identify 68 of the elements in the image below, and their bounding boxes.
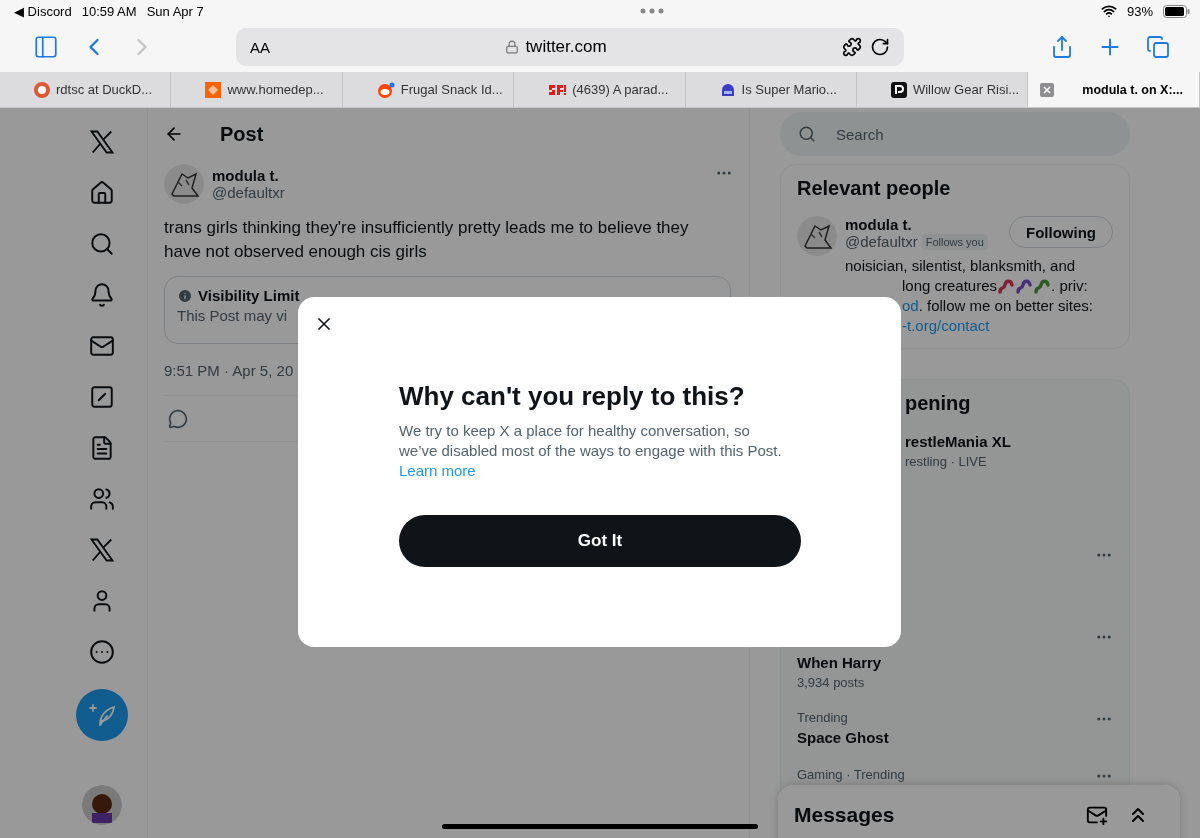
person-name[interactable]: modula t. bbox=[845, 216, 1001, 233]
got-it-button[interactable]: Got It bbox=[399, 515, 801, 567]
compose-button[interactable] bbox=[75, 689, 128, 741]
post-text: trans girls thinking they're insufficiently pretty leads me to believe they have not observed enough cis girls bbox=[163, 217, 690, 263]
trend-name[interactable]: When Harry bbox=[797, 654, 1095, 671]
bell-icon bbox=[88, 281, 115, 308]
more-icon bbox=[88, 638, 115, 665]
account-avatar[interactable] bbox=[81, 785, 122, 825]
avatar-icon bbox=[164, 164, 204, 204]
search-icon bbox=[798, 125, 816, 143]
duck-favicon-icon bbox=[34, 81, 50, 98]
dialog-text: We try to keep X a place for healthy conversation, so we’ve disabled most of the ways to engage with this Post. bbox=[399, 421, 783, 461]
helmet-favicon-icon bbox=[719, 81, 736, 98]
trend-meta: restling · LIVE bbox=[905, 454, 988, 469]
back-to-app-link[interactable]: ◀ Discord bbox=[14, 3, 72, 19]
notice-title: Visibility Limit bbox=[198, 287, 300, 304]
worm-icon bbox=[1015, 277, 1034, 295]
author-name[interactable]: modula t. bbox=[212, 167, 707, 184]
trend-category: Gaming · Trending bbox=[797, 767, 906, 782]
bio-text: long creatures bbox=[902, 276, 998, 296]
share-icon[interactable] bbox=[1050, 35, 1074, 59]
person-handle[interactable]: @defaultxr bbox=[845, 233, 918, 250]
trend-category: Trending bbox=[797, 710, 849, 725]
trend-meta: 3,934 posts bbox=[797, 675, 866, 690]
bio-text: . priv: bbox=[1051, 276, 1088, 296]
dark-favicon-icon bbox=[890, 81, 907, 98]
page-title: Post bbox=[220, 122, 264, 146]
trend-name[interactable]: Space Ghost bbox=[797, 729, 1095, 746]
extension-icon[interactable] bbox=[842, 37, 862, 57]
alien-favicon-icon bbox=[376, 81, 395, 98]
browser-tab[interactable]: modula t. on X:... bbox=[1028, 72, 1200, 107]
trend-name[interactable]: restleMania XL bbox=[905, 433, 1113, 450]
clock-time: 10:59 AM bbox=[81, 3, 137, 19]
home-icon bbox=[88, 179, 115, 206]
battery-icon bbox=[1163, 4, 1190, 18]
drawer-title: Messages bbox=[794, 803, 896, 827]
search-field[interactable]: Search bbox=[780, 112, 1130, 156]
slash-square-icon bbox=[88, 383, 115, 410]
text-size-button[interactable]: AA bbox=[250, 38, 270, 56]
reload-icon[interactable] bbox=[870, 37, 890, 57]
messages-drawer[interactable]: Messages bbox=[778, 785, 1180, 838]
multitasking-dots-icon[interactable] bbox=[640, 8, 665, 14]
battery-percent: 93% bbox=[1126, 3, 1153, 19]
avatar-icon bbox=[797, 216, 837, 256]
url-text: twitter.com bbox=[525, 37, 607, 57]
worm-icon bbox=[997, 277, 1016, 295]
follows-you-label: Follows you bbox=[921, 233, 988, 250]
sidebar-icon[interactable] bbox=[33, 34, 59, 60]
search-icon bbox=[88, 230, 115, 257]
bio-text: . follow me on better sites: bbox=[918, 296, 1093, 316]
lock-icon bbox=[505, 40, 520, 54]
status-date: Sun Apr 7 bbox=[146, 3, 204, 19]
bio-text: noisician, silentist, blanksmith, and bbox=[845, 256, 1076, 276]
card-title: Relevant people bbox=[797, 177, 952, 200]
wifi-icon bbox=[1100, 3, 1117, 19]
new-message-icon[interactable] bbox=[1086, 804, 1108, 826]
compose-icon bbox=[87, 702, 116, 728]
people-icon bbox=[88, 485, 115, 512]
worm-icon bbox=[1033, 277, 1052, 295]
info-icon bbox=[177, 287, 193, 304]
close-tab-icon[interactable] bbox=[1040, 82, 1055, 97]
store-favicon-icon bbox=[205, 81, 222, 98]
reply-icon[interactable] bbox=[168, 408, 188, 429]
address-bar[interactable]: AA twitter.com bbox=[236, 28, 904, 66]
notice-text: This Post may vi bbox=[177, 307, 289, 324]
card-title: pening bbox=[904, 392, 972, 415]
tabs-overview-icon[interactable] bbox=[1146, 35, 1170, 59]
author-handle[interactable]: @defaultxr bbox=[212, 184, 707, 201]
